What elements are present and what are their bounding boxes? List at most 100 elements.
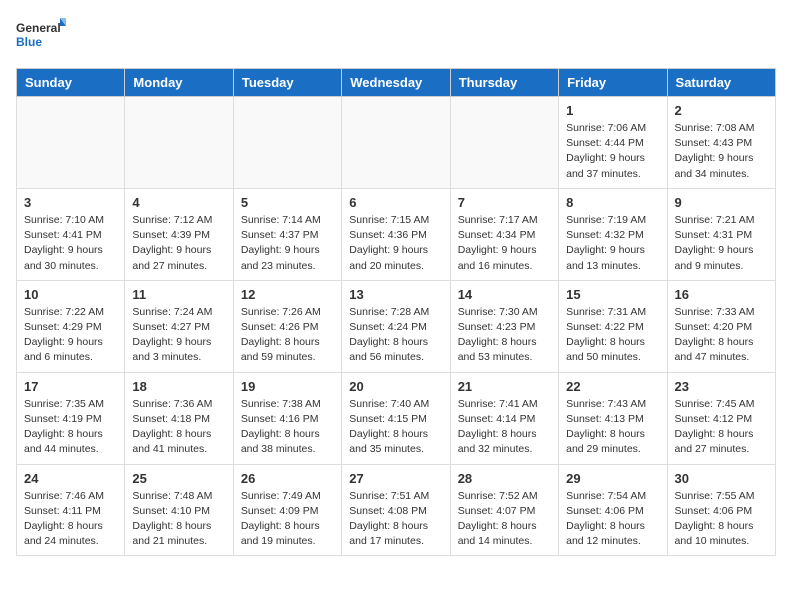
day-number: 1 xyxy=(566,103,659,118)
day-number: 24 xyxy=(24,471,117,486)
calendar-cell: 4Sunrise: 7:12 AM Sunset: 4:39 PM Daylig… xyxy=(125,188,233,280)
calendar-cell: 20 Sunrise: 7:40 AM Sunset: 4:15 PM Dayli… xyxy=(342,372,450,464)
week-row-5: 24 Sunrise: 7:46 AM Sunset: 4:11 PM Dayli… xyxy=(17,464,776,556)
day-info: Sunrise: 7:31 AM Sunset: 4:22 PM Dayligh… xyxy=(566,305,659,366)
calendar-cell: 29 Sunrise: 7:54 AM Sunset: 4:06 PM Dayli… xyxy=(559,464,667,556)
day-number: 20 xyxy=(349,379,442,394)
day-header-friday: Friday xyxy=(559,69,667,97)
day-number: 6 xyxy=(349,195,442,210)
day-number: 3 xyxy=(24,195,117,210)
day-info: Sunrise: 7:45 AM Sunset: 4:12 PM Dayligh… xyxy=(675,397,768,458)
day-number: 30 xyxy=(675,471,768,486)
day-info: Sunrise: 7:28 AM Sunset: 4:24 PM Dayligh… xyxy=(349,305,442,366)
day-number: 18 xyxy=(132,379,225,394)
logo-svg: General Blue xyxy=(16,16,66,56)
calendar-cell: 24 Sunrise: 7:46 AM Sunset: 4:11 PM Dayli… xyxy=(17,464,125,556)
calendar-cell: 26 Sunrise: 7:49 AM Sunset: 4:09 PM Dayli… xyxy=(233,464,341,556)
calendar-cell: 15 Sunrise: 7:31 AM Sunset: 4:22 PM Dayli… xyxy=(559,280,667,372)
calendar-cell: 18Sunrise: 7:36 AM Sunset: 4:18 PM Dayli… xyxy=(125,372,233,464)
day-info: Sunrise: 7:08 AM Sunset: 4:43 PM Dayligh… xyxy=(675,121,768,182)
day-info: Sunrise: 7:54 AM Sunset: 4:06 PM Dayligh… xyxy=(566,489,659,550)
day-number: 12 xyxy=(241,287,334,302)
calendar-cell: 21 Sunrise: 7:41 AM Sunset: 4:14 PM Dayli… xyxy=(450,372,558,464)
day-number: 11 xyxy=(132,287,225,302)
day-header-saturday: Saturday xyxy=(667,69,775,97)
day-number: 9 xyxy=(675,195,768,210)
calendar-cell: 9 Sunrise: 7:21 AM Sunset: 4:31 PM Daylig… xyxy=(667,188,775,280)
calendar-cell: 17 Sunrise: 7:35 AM Sunset: 4:19 PM Dayli… xyxy=(17,372,125,464)
day-number: 15 xyxy=(566,287,659,302)
week-row-2: 3 Sunrise: 7:10 AM Sunset: 4:41 PM Daylig… xyxy=(17,188,776,280)
day-info: Sunrise: 7:43 AM Sunset: 4:13 PM Dayligh… xyxy=(566,397,659,458)
day-info: Sunrise: 7:24 AM Sunset: 4:27 PM Dayligh… xyxy=(132,305,225,366)
day-header-sunday: Sunday xyxy=(17,69,125,97)
day-number: 29 xyxy=(566,471,659,486)
day-number: 26 xyxy=(241,471,334,486)
day-info: Sunrise: 7:49 AM Sunset: 4:09 PM Dayligh… xyxy=(241,489,334,550)
calendar-cell: 22 Sunrise: 7:43 AM Sunset: 4:13 PM Dayli… xyxy=(559,372,667,464)
day-info: Sunrise: 7:38 AM Sunset: 4:16 PM Dayligh… xyxy=(241,397,334,458)
calendar-cell: 27Sunrise: 7:51 AM Sunset: 4:08 PM Dayli… xyxy=(342,464,450,556)
day-info: Sunrise: 7:30 AM Sunset: 4:23 PM Dayligh… xyxy=(458,305,551,366)
day-info: Sunrise: 7:48 AM Sunset: 4:10 PM Dayligh… xyxy=(132,489,225,550)
day-info: Sunrise: 7:51 AM Sunset: 4:08 PM Dayligh… xyxy=(349,489,442,550)
day-info: Sunrise: 7:22 AM Sunset: 4:29 PM Dayligh… xyxy=(24,305,117,366)
calendar-cell: 12 Sunrise: 7:26 AM Sunset: 4:26 PM Dayli… xyxy=(233,280,341,372)
day-info: Sunrise: 7:40 AM Sunset: 4:15 PM Dayligh… xyxy=(349,397,442,458)
calendar-cell: 10Sunrise: 7:22 AM Sunset: 4:29 PM Dayli… xyxy=(17,280,125,372)
calendar-cell xyxy=(125,97,233,189)
day-number: 19 xyxy=(241,379,334,394)
day-info: Sunrise: 7:26 AM Sunset: 4:26 PM Dayligh… xyxy=(241,305,334,366)
day-info: Sunrise: 7:17 AM Sunset: 4:34 PM Dayligh… xyxy=(458,213,551,274)
day-number: 23 xyxy=(675,379,768,394)
day-info: Sunrise: 7:52 AM Sunset: 4:07 PM Dayligh… xyxy=(458,489,551,550)
calendar-cell: 23 Sunrise: 7:45 AM Sunset: 4:12 PM Dayli… xyxy=(667,372,775,464)
calendar-cell xyxy=(17,97,125,189)
calendar-table: SundayMondayTuesdayWednesdayThursdayFrid… xyxy=(16,68,776,556)
day-number: 14 xyxy=(458,287,551,302)
day-number: 28 xyxy=(458,471,551,486)
calendar-cell: 19 Sunrise: 7:38 AM Sunset: 4:16 PM Dayli… xyxy=(233,372,341,464)
day-header-monday: Monday xyxy=(125,69,233,97)
calendar-cell: 28 Sunrise: 7:52 AM Sunset: 4:07 PM Dayli… xyxy=(450,464,558,556)
day-header-tuesday: Tuesday xyxy=(233,69,341,97)
day-number: 8 xyxy=(566,195,659,210)
calendar-cell: 30Sunrise: 7:55 AM Sunset: 4:06 PM Dayli… xyxy=(667,464,775,556)
day-number: 13 xyxy=(349,287,442,302)
week-row-1: 1 Sunrise: 7:06 AM Sunset: 4:44 PM Daylig… xyxy=(17,97,776,189)
day-info: Sunrise: 7:35 AM Sunset: 4:19 PM Dayligh… xyxy=(24,397,117,458)
calendar-cell: 25 Sunrise: 7:48 AM Sunset: 4:10 PM Dayli… xyxy=(125,464,233,556)
calendar-cell: 1 Sunrise: 7:06 AM Sunset: 4:44 PM Daylig… xyxy=(559,97,667,189)
calendar-cell: 8 Sunrise: 7:19 AM Sunset: 4:32 PM Daylig… xyxy=(559,188,667,280)
calendar-cell: 2Sunrise: 7:08 AM Sunset: 4:43 PM Daylig… xyxy=(667,97,775,189)
day-info: Sunrise: 7:15 AM Sunset: 4:36 PM Dayligh… xyxy=(349,213,442,274)
day-info: Sunrise: 7:10 AM Sunset: 4:41 PM Dayligh… xyxy=(24,213,117,274)
day-info: Sunrise: 7:06 AM Sunset: 4:44 PM Dayligh… xyxy=(566,121,659,182)
calendar-cell: 11 Sunrise: 7:24 AM Sunset: 4:27 PM Dayli… xyxy=(125,280,233,372)
day-info: Sunrise: 7:21 AM Sunset: 4:31 PM Dayligh… xyxy=(675,213,768,274)
day-number: 21 xyxy=(458,379,551,394)
day-number: 16 xyxy=(675,287,768,302)
page-header: General Blue xyxy=(16,16,776,56)
day-number: 25 xyxy=(132,471,225,486)
logo: General Blue xyxy=(16,16,66,56)
day-number: 5 xyxy=(241,195,334,210)
calendar-cell: 13 Sunrise: 7:28 AM Sunset: 4:24 PM Dayli… xyxy=(342,280,450,372)
header-row: SundayMondayTuesdayWednesdayThursdayFrid… xyxy=(17,69,776,97)
week-row-4: 17 Sunrise: 7:35 AM Sunset: 4:19 PM Dayli… xyxy=(17,372,776,464)
day-info: Sunrise: 7:19 AM Sunset: 4:32 PM Dayligh… xyxy=(566,213,659,274)
day-info: Sunrise: 7:46 AM Sunset: 4:11 PM Dayligh… xyxy=(24,489,117,550)
day-info: Sunrise: 7:41 AM Sunset: 4:14 PM Dayligh… xyxy=(458,397,551,458)
calendar-cell: 14 Sunrise: 7:30 AM Sunset: 4:23 PM Dayli… xyxy=(450,280,558,372)
day-number: 22 xyxy=(566,379,659,394)
calendar-cell: 16 Sunrise: 7:33 AM Sunset: 4:20 PM Dayli… xyxy=(667,280,775,372)
svg-text:General: General xyxy=(16,21,61,35)
day-number: 17 xyxy=(24,379,117,394)
day-info: Sunrise: 7:33 AM Sunset: 4:20 PM Dayligh… xyxy=(675,305,768,366)
week-row-3: 10Sunrise: 7:22 AM Sunset: 4:29 PM Dayli… xyxy=(17,280,776,372)
day-number: 4 xyxy=(132,195,225,210)
calendar-cell xyxy=(450,97,558,189)
calendar-cell: 7Sunrise: 7:17 AM Sunset: 4:34 PM Daylig… xyxy=(450,188,558,280)
calendar-cell xyxy=(342,97,450,189)
calendar-cell: 5Sunrise: 7:14 AM Sunset: 4:37 PM Daylig… xyxy=(233,188,341,280)
